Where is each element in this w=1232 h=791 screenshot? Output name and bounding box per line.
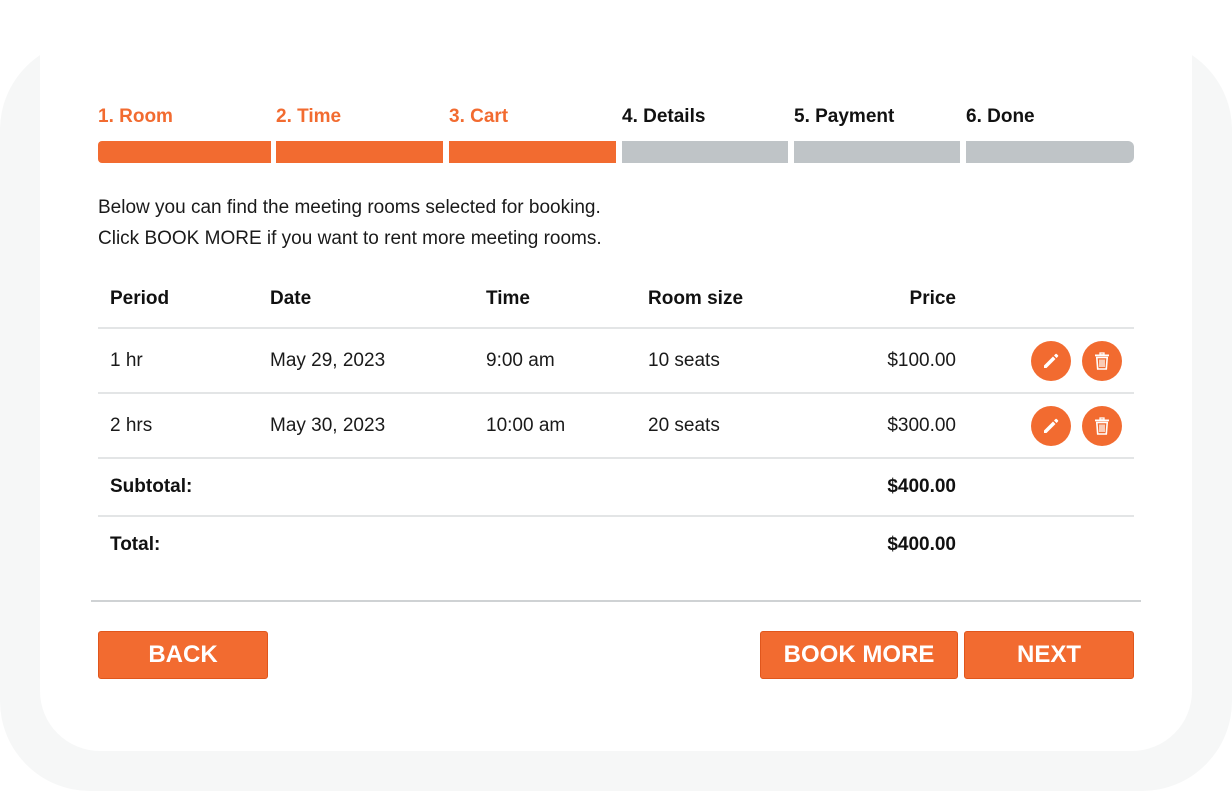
subtotal-value: $400.00 [796,458,956,517]
subtotal-label: Subtotal: [98,458,796,517]
step-details-label: 4. Details [622,106,706,127]
cell-price: $300.00 [796,393,956,459]
header-date: Date [258,270,474,329]
pencil-icon [1043,353,1059,368]
step-cart-bar [449,141,616,163]
step-payment-label: 5. Payment [794,106,895,127]
progress-steps: 1. Room 2. Time 3. Cart 4. Details 5. Pa… [98,104,1134,164]
edit-button[interactable] [1030,340,1071,381]
trash-icon [1095,351,1109,370]
step-cart-label[interactable]: 3. Cart [449,104,508,130]
delete-button[interactable] [1082,405,1122,446]
header-actions [956,270,1134,329]
delete-button[interactable] [1082,340,1122,381]
step-done-label: 6. Done [966,106,1035,127]
cell-period: 2 hrs [98,393,258,459]
cell-room-size: 20 seats [636,393,796,459]
table-header-row: Period Date Time Room size Price [98,270,1134,329]
cell-date: May 29, 2023 [258,328,474,394]
step-payment-bar [794,141,960,163]
step-details-bar [622,141,788,163]
step-room-label[interactable]: 1. Room [98,104,173,130]
footer-divider [91,600,1141,602]
cell-period: 1 hr [98,328,258,394]
cell-actions [956,393,1134,459]
header-room-size: Room size [636,270,796,329]
step-time-label[interactable]: 2. Time [276,104,341,130]
step-done-bar [966,141,1134,163]
subtotal-row: Subtotal: $400.00 [98,458,1134,517]
cart-table: Period Date Time Room size Price 1 hr Ma… [98,270,1134,573]
subtotal-spacer [956,458,1134,517]
cell-time: 9:00 am [474,328,636,394]
cell-time: 10:00 am [474,393,636,459]
next-button[interactable]: NEXT [964,631,1134,679]
total-row: Total: $400.00 [98,516,1134,573]
intro-line-1: Below you can find the meeting rooms sel… [98,197,601,218]
cell-actions [956,328,1134,394]
total-label: Total: [110,534,161,555]
total-value: $400.00 [887,534,956,555]
header-price: Price [796,270,956,329]
intro-text: Below you can find the meeting rooms sel… [98,192,602,254]
header-period: Period [98,270,258,329]
total-spacer [956,516,1134,573]
book-more-button[interactable]: BOOK MORE [760,631,958,679]
intro-line-2: Click BOOK MORE if you want to rent more… [98,228,602,249]
edit-button[interactable] [1030,405,1071,446]
back-button[interactable]: BACK [98,631,268,679]
trash-icon [1095,416,1109,435]
pencil-icon [1043,418,1059,433]
table-row: 2 hrs May 30, 2023 10:00 am 20 seats $30… [98,393,1134,459]
step-time-bar [276,141,443,163]
header-time: Time [474,270,636,329]
cell-room-size: 10 seats [636,328,796,394]
cell-price: $100.00 [796,328,956,394]
step-room-bar [98,141,271,163]
cell-date: May 30, 2023 [258,393,474,459]
table-row: 1 hr May 29, 2023 9:00 am 10 seats $100.… [98,328,1134,394]
